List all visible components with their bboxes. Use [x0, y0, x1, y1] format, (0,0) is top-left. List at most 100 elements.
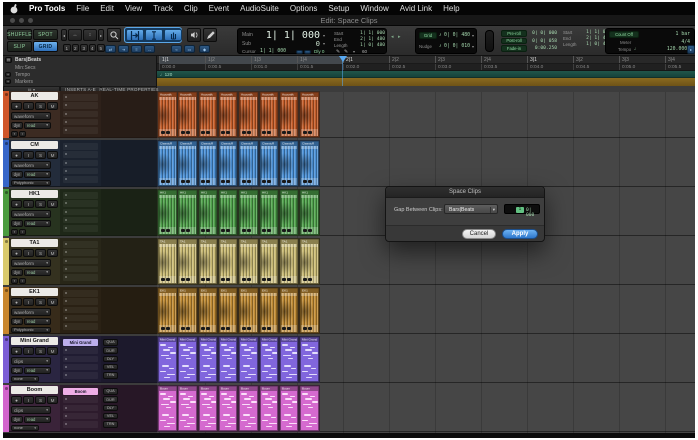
insert-slot-b[interactable] — [63, 151, 98, 158]
add-tempo-icon[interactable]: + — [5, 72, 11, 77]
clip-ek1-7[interactable]: EK1 — [280, 288, 299, 333]
rtp-trn[interactable]: TRN — [103, 372, 118, 379]
record-enable-button[interactable]: ● — [11, 396, 22, 404]
countoff-value[interactable]: 1 bar — [656, 32, 690, 37]
timeline-insertion-marker[interactable] — [339, 56, 347, 66]
clip-mini-grand-4[interactable]: Mini Grand — [219, 337, 238, 382]
clip-cm-5[interactable]: ClassicR — [239, 141, 258, 186]
clip-ak-3[interactable]: Acoustik — [199, 92, 218, 137]
menu-item-audiosuite[interactable]: AudioSuite — [240, 4, 279, 13]
record-enable-button[interactable]: ● — [11, 298, 22, 306]
edit-mode-shuffle[interactable]: SHUFFLE — [7, 29, 32, 40]
menu-item-file[interactable]: File — [76, 4, 89, 13]
clip-ta1-4[interactable]: TA1 — [219, 239, 238, 284]
track-freeze-icon[interactable]: ↕ — [19, 229, 26, 235]
clip-boom-1[interactable]: Boom — [158, 386, 177, 431]
fade-in-label[interactable]: Fade-in — [501, 45, 527, 52]
rtp-trn[interactable]: TRN — [103, 421, 118, 428]
clip-ta1-5[interactable]: TA1 — [239, 239, 258, 284]
gap-units-dropdown[interactable]: Bars|Beats ▾ — [444, 204, 498, 214]
automation-dyn-button[interactable]: dyn — [11, 171, 23, 178]
automation-dyn-button[interactable]: dyn — [11, 318, 23, 325]
clip-ek1-1[interactable]: EK1 — [158, 288, 177, 333]
mute-button[interactable]: M — [47, 151, 58, 159]
nudge-value[interactable]: 0| 0| 010 — [444, 44, 470, 49]
clip-cm-6[interactable]: ClassicR — [260, 141, 279, 186]
track-view-selector[interactable]: clips▾ — [11, 357, 51, 365]
track-name[interactable]: HK1 — [11, 190, 58, 198]
main-counter-dropdown-icon[interactable]: ▾ — [323, 33, 325, 38]
clip-hk1-8[interactable]: HK1 — [300, 190, 319, 235]
insert-slot-c[interactable] — [63, 209, 98, 216]
menu-item-help[interactable]: Help — [443, 4, 459, 13]
mute-button[interactable]: M — [47, 298, 58, 306]
insert-slot-e[interactable] — [63, 421, 98, 428]
rtp-qua[interactable]: QUA — [103, 388, 118, 395]
toolbar-option-button-0[interactable]: ⇄ — [105, 45, 116, 53]
menu-item-event[interactable]: Event — [209, 4, 229, 13]
grid-display-toggle-icon[interactable] — [296, 50, 303, 55]
track-view-selector[interactable]: waveform▾ — [11, 308, 51, 316]
automation-mode-selector[interactable]: read▾ — [24, 269, 51, 276]
automation-mode-selector[interactable]: read▾ — [24, 416, 51, 423]
insert-plugin-mini-grand[interactable]: Mini Grand — [63, 339, 98, 346]
menu-item-window[interactable]: Window — [360, 4, 388, 13]
cancel-button[interactable]: Cancel — [462, 229, 496, 239]
patch-selector[interactable]: none▾ — [11, 425, 39, 432]
gap-value-selected-segment[interactable]: 1 — [516, 207, 524, 214]
track-view-selector[interactable]: waveform▾ — [11, 161, 51, 169]
menu-item-track[interactable]: Track — [153, 4, 173, 13]
clip-ta1-1[interactable]: TA1 — [158, 239, 177, 284]
insert-slot-e[interactable] — [63, 274, 98, 281]
solo-button[interactable]: S — [35, 396, 46, 404]
fade-in-value[interactable]: 0:00.250 — [535, 46, 557, 51]
track-lane[interactable]: TA1TA1TA1TA1TA1TA1TA1TA1 — [157, 238, 695, 285]
insert-slot-c[interactable] — [63, 160, 98, 167]
track-lane[interactable]: ClassicRClassicRClassicRClassicRClassicR… — [157, 140, 695, 187]
insert-slot-b[interactable] — [63, 347, 98, 354]
patch-selector[interactable]: none▾ — [11, 376, 39, 383]
clip-boom-8[interactable]: Boom — [300, 386, 319, 431]
insert-slot-e[interactable] — [63, 372, 98, 379]
grid-value[interactable]: 0| 0| 480 — [444, 33, 470, 38]
zoom-preset-3[interactable]: 3 — [80, 44, 88, 52]
rtp-dur[interactable]: DUR — [103, 347, 118, 354]
apple-menu-icon[interactable] — [10, 4, 18, 14]
post-roll-value[interactable]: 0| 0| 058 — [532, 39, 557, 44]
insert-slot-a[interactable] — [63, 143, 98, 150]
mute-button[interactable]: M — [47, 396, 58, 404]
insert-slot-a[interactable] — [63, 290, 98, 297]
apply-button[interactable]: Apply — [502, 229, 538, 239]
track-freeze-icon[interactable]: ↕ — [19, 131, 26, 137]
clip-ta1-3[interactable]: TA1 — [199, 239, 218, 284]
zoom-preset-5[interactable]: 5 — [97, 44, 105, 52]
edit-mode-slip[interactable]: SLIP — [7, 41, 32, 52]
mute-button[interactable]: M — [47, 102, 58, 110]
clip-mini-grand-8[interactable]: Mini Grand — [300, 337, 319, 382]
insert-plugin-boom[interactable]: Boom — [63, 388, 98, 395]
track-freeze-icon[interactable]: ↕ — [19, 278, 26, 284]
menu-item-clip[interactable]: Clip — [184, 4, 198, 13]
input-monitor-button[interactable]: I — [23, 298, 34, 306]
clip-ta1-8[interactable]: TA1 — [300, 239, 319, 284]
menu-item-options[interactable]: Options — [290, 4, 318, 13]
track-view-selector[interactable]: waveform▾ — [11, 259, 51, 267]
nudge-note-icon[interactable]: ♪ — [439, 43, 442, 49]
clip-boom-5[interactable]: Boom — [239, 386, 258, 431]
input-monitor-button[interactable]: I — [23, 396, 34, 404]
clip-ak-6[interactable]: Acoustik — [260, 92, 279, 137]
solo-button[interactable]: S — [35, 151, 46, 159]
insert-slot-c[interactable] — [63, 111, 98, 118]
track-lane[interactable]: Mini GrandMini GrandMini GrandMini Grand… — [157, 336, 695, 383]
track-view-selector[interactable]: waveform▾ — [11, 112, 51, 120]
clip-cm-2[interactable]: ClassicR — [178, 141, 197, 186]
zoom-preset-1[interactable]: 1 — [63, 44, 71, 52]
automation-mode-selector[interactable]: read▾ — [24, 171, 51, 178]
clip-hk1-7[interactable]: HK1 — [280, 190, 299, 235]
insert-slot-b[interactable] — [63, 249, 98, 256]
toolbar-expand-button[interactable]: ▸ — [687, 45, 695, 54]
track-name[interactable]: Mini Grand — [11, 337, 58, 345]
record-enable-button[interactable]: ● — [11, 151, 22, 159]
insert-slot-d[interactable] — [63, 413, 98, 420]
automation-dyn-button[interactable]: dyn — [11, 367, 23, 374]
